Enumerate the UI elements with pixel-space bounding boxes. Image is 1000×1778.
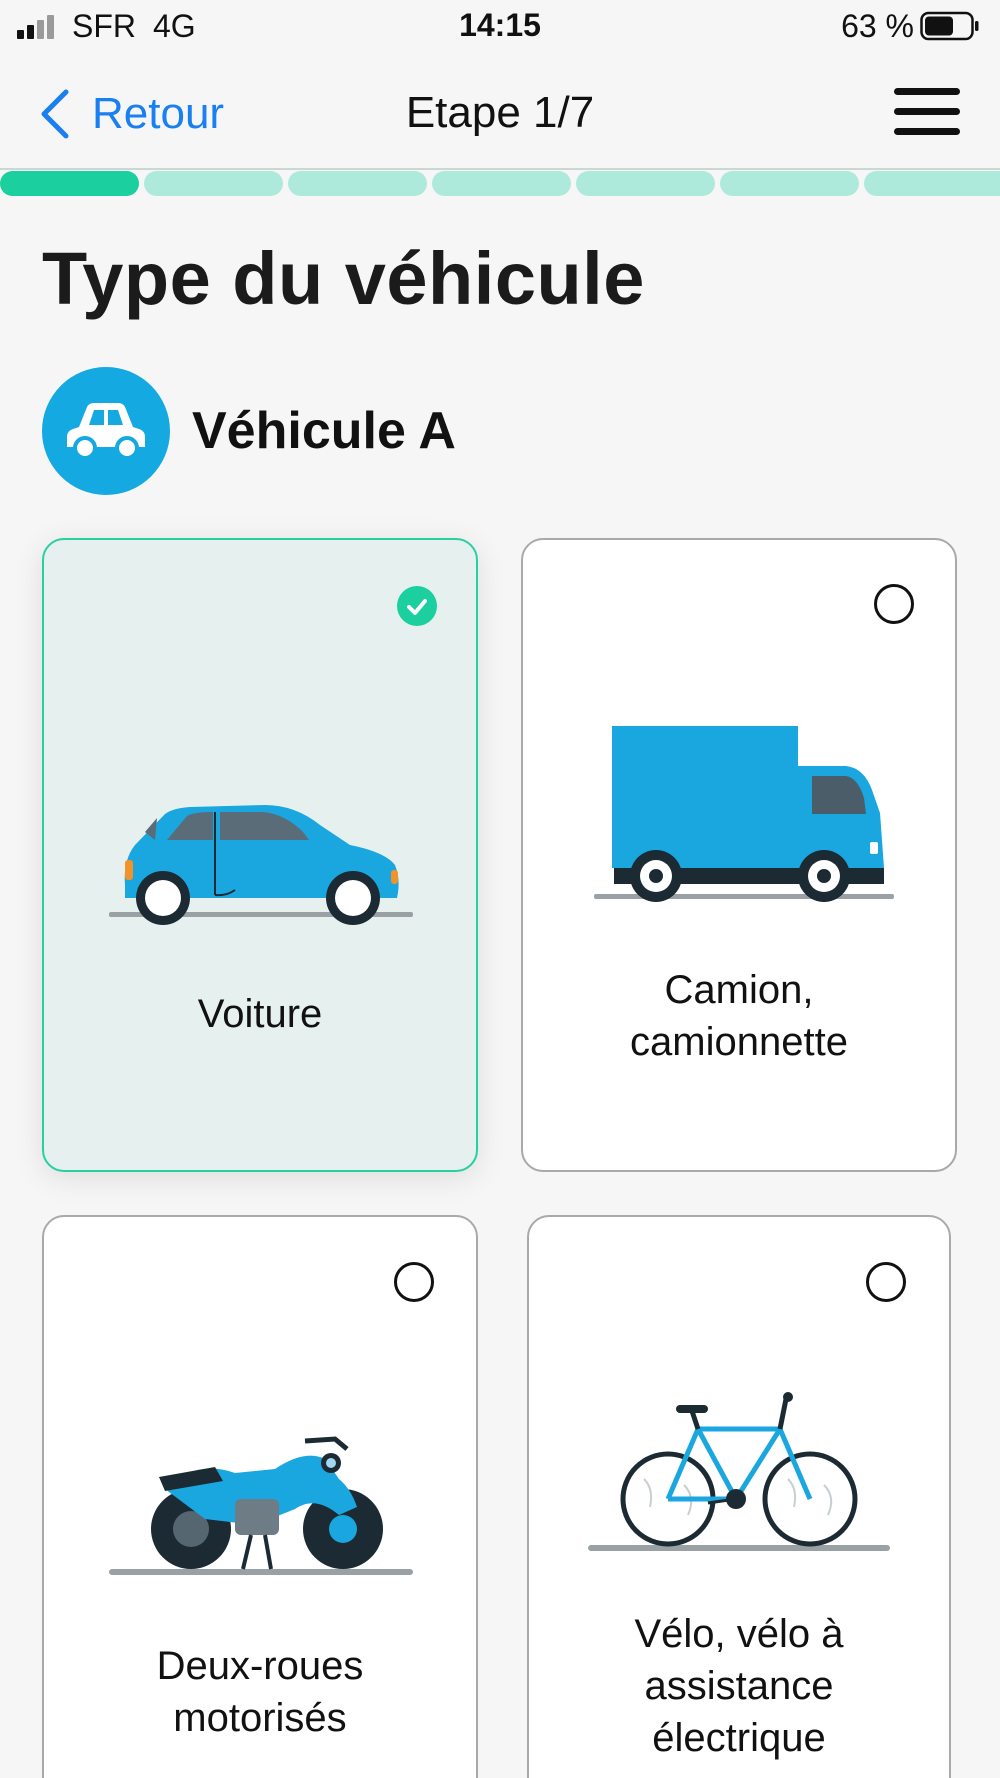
step-progress-bar: [0, 169, 1000, 198]
option-label-voiture: Voiture: [197, 992, 323, 1036]
status-bar: SFR 4G 14:15 63 %: [0, 0, 1000, 54]
option-label-camion: Camion, camionnette: [630, 968, 848, 1064]
navigation-bar: Retour Etape 1/7: [0, 54, 1000, 170]
car-illustration: [109, 805, 413, 925]
option-card-deux-roues[interactable]: Deux-roues motorisés: [42, 1215, 478, 1778]
option-card-velo[interactable]: Vélo, vélo à assistance électrique: [527, 1215, 951, 1778]
progress-segment: [288, 171, 427, 196]
radio-unchecked-icon: [394, 1262, 434, 1302]
screen: SFR 4G 14:15 63 % Retour Etape 1/7 Type …: [0, 0, 1000, 1778]
progress-segment: [432, 171, 571, 196]
option-label-deux-roues: Deux-roues motorisés: [156, 1644, 364, 1740]
option-card-voiture[interactable]: Voiture: [42, 538, 478, 1172]
progress-segment: [864, 171, 1000, 196]
vehicle-header: Véhicule A: [42, 367, 456, 495]
radio-checked-icon: [397, 586, 437, 626]
progress-segment: [144, 171, 283, 196]
progress-segment: [720, 171, 859, 196]
battery-percentage: 63 %: [841, 8, 914, 44]
battery-icon: [920, 11, 979, 41]
progress-segment: [576, 171, 715, 196]
radio-unchecked-icon: [866, 1262, 906, 1302]
car-icon: [67, 403, 145, 460]
option-card-camion[interactable]: Camion, camionnette: [521, 538, 957, 1172]
truck-illustration: [594, 726, 894, 902]
motorcycle-illustration: [109, 1436, 413, 1575]
vehicle-name: Véhicule A: [192, 402, 456, 460]
page-title: Type du véhicule: [42, 237, 645, 320]
option-label-velo: Vélo, vélo à assistance électrique: [634, 1612, 844, 1760]
hamburger-menu-icon[interactable]: [894, 88, 960, 136]
bicycle-illustration: [588, 1392, 890, 1551]
radio-unchecked-icon: [874, 584, 914, 624]
step-title: Etape 1/7: [405, 88, 595, 137]
progress-segment: [0, 171, 139, 196]
vehicle-avatar: [42, 367, 170, 495]
